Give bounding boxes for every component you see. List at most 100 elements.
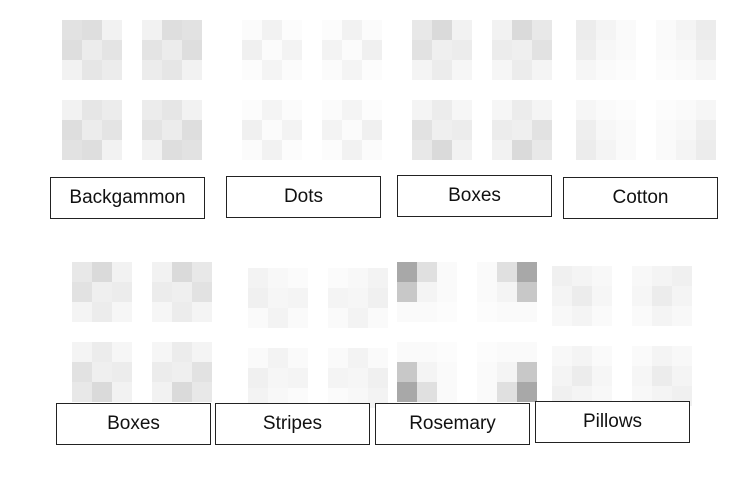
pattern-cell <box>248 348 268 368</box>
pattern-cell <box>152 362 172 382</box>
pattern-cell <box>512 20 532 40</box>
pattern-cell <box>417 362 437 382</box>
pattern-cell <box>248 268 268 288</box>
pattern-option-boxes[interactable]: Boxes <box>397 175 552 217</box>
pattern-cell <box>102 140 122 160</box>
pattern-cell <box>182 60 202 80</box>
pattern-cell <box>632 286 652 306</box>
pattern-cell <box>192 282 212 302</box>
pattern-cell <box>82 60 102 80</box>
pattern-cell <box>242 140 262 160</box>
pattern-cell <box>248 308 268 328</box>
pattern-cell <box>72 282 92 302</box>
pattern-cell <box>282 60 302 80</box>
pattern-cell <box>417 282 437 302</box>
pattern-cell <box>328 288 348 308</box>
pattern-cell <box>397 302 417 322</box>
pattern-cell <box>696 140 716 160</box>
pattern-option-cotton[interactable]: Cotton <box>563 177 718 219</box>
pattern-cell <box>652 266 672 286</box>
pattern-cell <box>452 40 472 60</box>
pattern-cell <box>576 20 596 40</box>
pattern-cell <box>242 40 262 60</box>
pattern-cell <box>412 140 432 160</box>
pattern-cell <box>576 40 596 60</box>
pattern-cell <box>492 60 512 80</box>
pattern-option-label: Pillows <box>582 411 643 432</box>
pattern-option-label: Boxes <box>448 185 501 206</box>
pattern-option-dots[interactable]: Dots <box>226 176 381 218</box>
pattern-cell <box>288 288 308 308</box>
pattern-cell <box>362 140 382 160</box>
pattern-cell <box>192 262 212 282</box>
pattern-cell <box>262 140 282 160</box>
pattern-cell <box>262 120 282 140</box>
pattern-option-label: Cotton <box>612 187 669 208</box>
pattern-cell <box>102 20 122 40</box>
pattern-option-rosemary[interactable]: Rosemary <box>375 403 530 445</box>
pattern-cell <box>72 362 92 382</box>
pattern-cell <box>432 20 452 40</box>
pattern-cell <box>102 60 122 80</box>
pattern-option-boxes-2[interactable]: Boxes <box>56 403 211 445</box>
pattern-cell <box>656 140 676 160</box>
pattern-cell <box>632 266 652 286</box>
pattern-cell <box>162 20 182 40</box>
pattern-cell <box>152 342 172 362</box>
pattern-cell <box>632 306 652 326</box>
pattern-cell <box>632 366 652 386</box>
pattern-cell <box>92 262 112 282</box>
pattern-cell <box>242 20 262 40</box>
pattern-cell <box>342 20 362 40</box>
pattern-cell <box>437 362 457 382</box>
pattern-cell <box>288 348 308 368</box>
pattern-cell <box>112 262 132 282</box>
pattern-cell <box>477 382 497 402</box>
pattern-option-stripes[interactable]: Stripes <box>215 403 370 445</box>
pattern-cell <box>288 308 308 328</box>
pattern-cell <box>282 20 302 40</box>
pattern-cell <box>397 262 417 282</box>
pattern-cell <box>282 100 302 120</box>
pattern-cell <box>552 286 572 306</box>
pattern-cell <box>596 60 616 80</box>
pattern-cell <box>268 348 288 368</box>
pattern-option-backgammon[interactable]: Backgammon <box>50 177 205 219</box>
pattern-cell <box>432 60 452 80</box>
pattern-option-label: Boxes <box>107 413 160 434</box>
pattern-cell <box>572 266 592 286</box>
pattern-cell <box>342 140 362 160</box>
pattern-cell <box>342 60 362 80</box>
pattern-cell <box>412 120 432 140</box>
pattern-cell <box>652 346 672 366</box>
pattern-cell <box>512 100 532 120</box>
pattern-cell <box>242 100 262 120</box>
pattern-cell <box>112 302 132 322</box>
pattern-cell <box>182 40 202 60</box>
pattern-cell <box>437 382 457 402</box>
pattern-cell <box>62 140 82 160</box>
pattern-cell <box>632 346 652 366</box>
pattern-cell <box>672 366 692 386</box>
boxes-pattern-icon <box>412 20 552 160</box>
pattern-cell <box>616 60 636 80</box>
pattern-cell <box>282 40 302 60</box>
backgammon-pattern-icon <box>62 20 202 160</box>
pattern-cell <box>192 362 212 382</box>
pattern-cell <box>268 368 288 388</box>
pattern-cell <box>672 306 692 326</box>
pattern-cell <box>576 140 596 160</box>
pattern-cell <box>242 60 262 80</box>
pattern-cell <box>362 60 382 80</box>
pattern-cell <box>576 60 596 80</box>
pattern-cell <box>262 100 282 120</box>
pattern-cell <box>572 346 592 366</box>
pattern-cell <box>328 368 348 388</box>
pattern-option-pillows[interactable]: Pillows <box>535 401 690 443</box>
pattern-swatch-cotton <box>556 0 716 170</box>
pattern-cell <box>452 20 472 40</box>
pattern-cell <box>92 362 112 382</box>
pattern-cell <box>142 100 162 120</box>
pattern-cell <box>616 120 636 140</box>
pattern-cell <box>596 120 616 140</box>
